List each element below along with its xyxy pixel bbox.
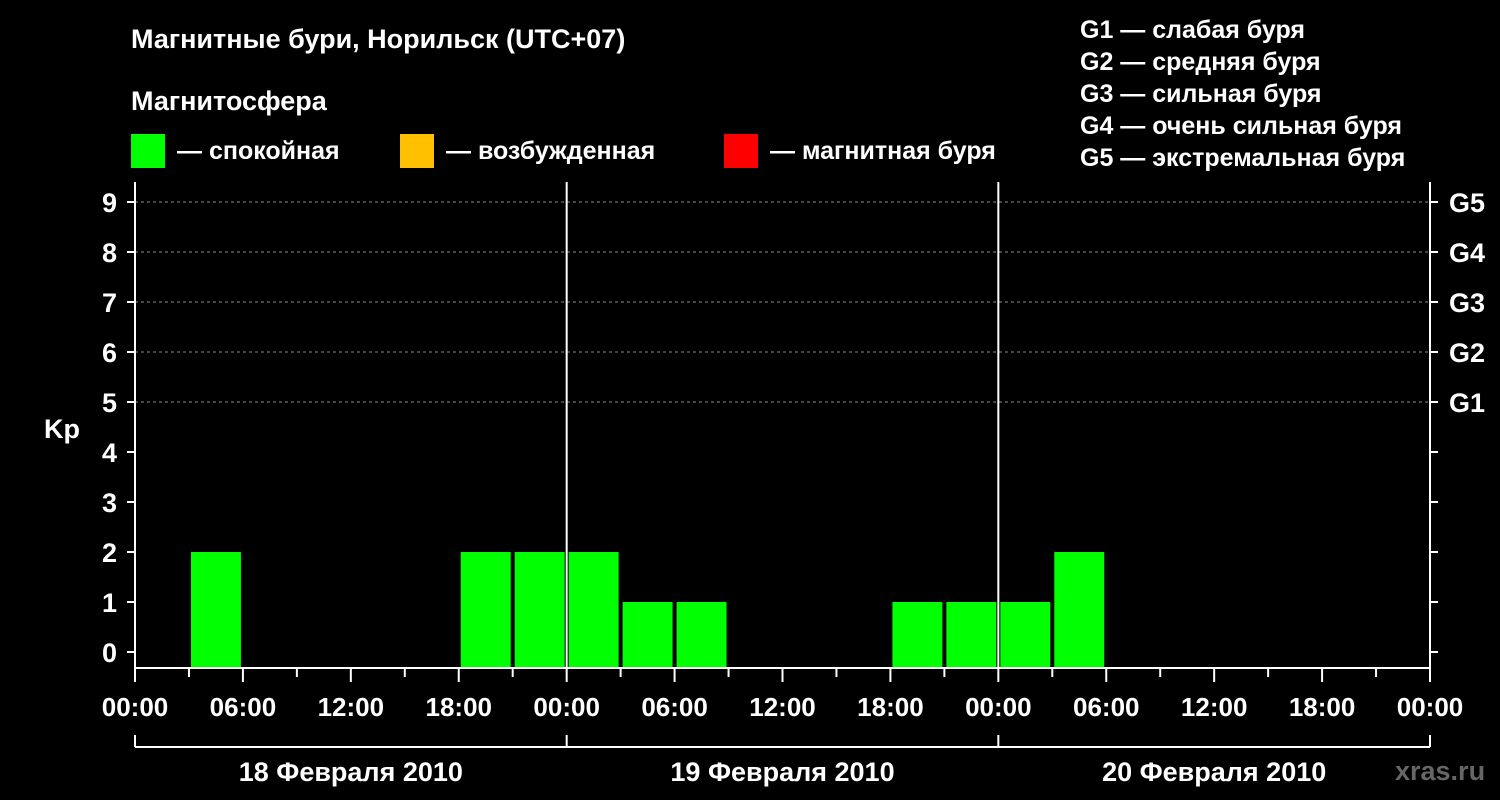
kp-bar	[514, 552, 565, 668]
x-tick-label: 18:00	[857, 692, 924, 722]
g-tick-label: G4	[1449, 238, 1485, 268]
x-tick-label: 00:00	[533, 692, 600, 722]
x-tick-label: 18:00	[1289, 692, 1356, 722]
kp-bar	[676, 602, 727, 668]
g-tick-label: G3	[1449, 288, 1485, 318]
kp-bar	[1000, 602, 1051, 668]
x-tick-label: 00:00	[1397, 692, 1464, 722]
x-tick-label: 12:00	[1181, 692, 1248, 722]
y-tick-label: 1	[102, 588, 117, 618]
y-tick-label: 2	[102, 538, 117, 568]
kp-bar	[190, 552, 241, 668]
x-tick-label: 06:00	[1073, 692, 1140, 722]
x-tick-label: 18:00	[426, 692, 493, 722]
x-tick-label: 00:00	[965, 692, 1032, 722]
kp-bar	[622, 602, 673, 668]
x-tick-label: 12:00	[749, 692, 816, 722]
y-axis-label: Kp	[44, 414, 80, 444]
y-tick-label: 0	[102, 638, 117, 668]
y-tick-label: 9	[102, 188, 117, 218]
day-label: 19 Февраля 2010	[670, 757, 894, 787]
kp-bar	[460, 552, 511, 668]
kp-bar-chart: 0 1 2 3 4 5 6 7 8 9 G1 G2 G3 G4 G5 Kp 00:00 06:00 12:00 18:…	[44, 182, 1485, 787]
kp-bar	[1054, 552, 1105, 668]
y-tick-label: 5	[102, 388, 117, 418]
y-tick-label: 3	[102, 488, 117, 518]
kp-bar	[892, 602, 943, 668]
g-tick-label: G2	[1449, 338, 1485, 368]
y-tick-label: 8	[102, 238, 117, 268]
watermark: xras.ru	[1395, 756, 1486, 786]
y-tick-label: 7	[102, 288, 117, 318]
kp-bar	[568, 552, 619, 668]
kp-bar	[946, 602, 997, 668]
g-tick-label: G5	[1449, 188, 1485, 218]
g-tick-label: G1	[1449, 388, 1485, 418]
x-tick-label: 06:00	[210, 692, 277, 722]
x-tick-label: 00:00	[102, 692, 169, 722]
day-label: 20 Февраля 2010	[1102, 757, 1326, 787]
day-label: 18 Февраля 2010	[239, 757, 463, 787]
x-tick-label: 06:00	[641, 692, 708, 722]
x-tick-label: 12:00	[318, 692, 385, 722]
y-tick-label: 6	[102, 338, 117, 368]
y-tick-label: 4	[102, 438, 117, 468]
